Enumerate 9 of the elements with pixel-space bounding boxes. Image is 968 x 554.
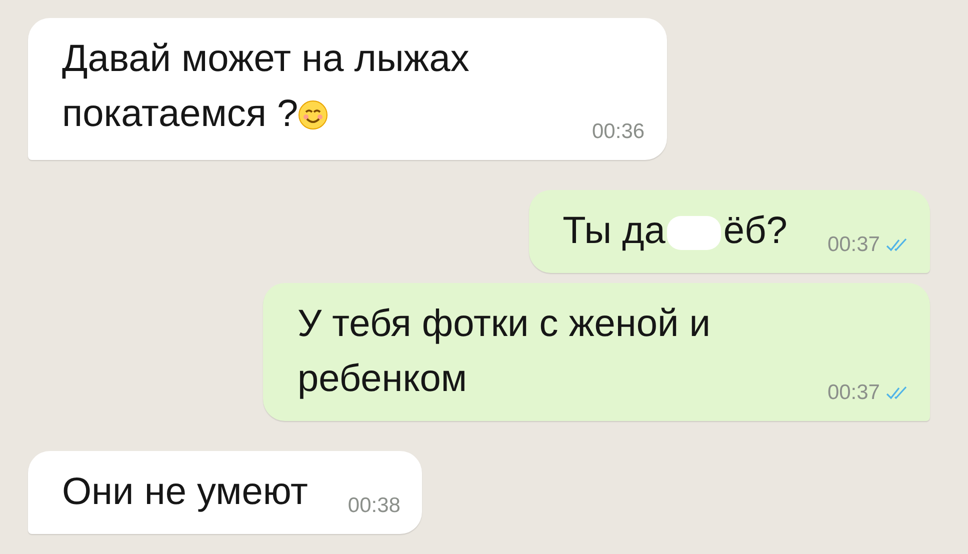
message-time: 00:37 [827, 233, 880, 257]
message-text: Они не умеют [62, 470, 308, 515]
message-time: 00:38 [348, 494, 400, 518]
message-time: 00:37 [827, 381, 880, 405]
censor-blot [667, 216, 722, 250]
message-text: У тебя фотки с женой и ребенком [297, 302, 712, 402]
message-time: 00:36 [592, 120, 645, 144]
message-text: Ты да ёб? [562, 209, 788, 254]
message-text: Давай может на лыжах покатаемся ? [62, 32, 552, 146]
